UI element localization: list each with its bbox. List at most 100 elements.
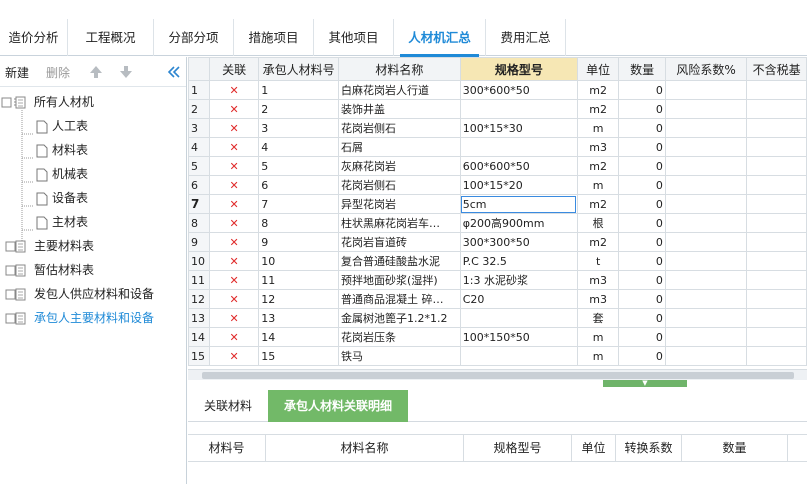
- contractor-code-cell[interactable]: 2: [258, 99, 340, 119]
- row-number-cell[interactable]: 10: [188, 251, 210, 271]
- contractor-code-cell[interactable]: 11: [258, 270, 340, 290]
- header-risk-factor[interactable]: 风险系数%: [664, 57, 748, 81]
- risk-factor-cell[interactable]: [664, 80, 748, 100]
- material-name-cell[interactable]: 复合普通硅酸盐水泥: [338, 251, 461, 271]
- row-number-cell[interactable]: 15: [188, 346, 210, 366]
- base-price-cell[interactable]: [746, 308, 807, 328]
- table-row[interactable]: 5 ✕ 5 灰麻花岗岩 600*600*50 m2 0: [188, 156, 807, 176]
- risk-factor-cell[interactable]: [664, 289, 748, 309]
- row-number-cell[interactable]: 4: [188, 137, 210, 157]
- risk-factor-cell[interactable]: [664, 270, 748, 290]
- material-name-cell[interactable]: 金属树池篦子1.2*1.2: [338, 308, 461, 328]
- unit-cell[interactable]: 根: [576, 213, 620, 233]
- table-row[interactable]: 9 ✕ 9 花岗岩盲道砖 300*300*50 m2 0: [188, 232, 807, 252]
- base-price-cell[interactable]: [746, 251, 807, 271]
- link-status-icon[interactable]: ✕: [208, 156, 260, 176]
- risk-factor-cell[interactable]: [664, 175, 748, 195]
- link-status-icon[interactable]: ✕: [208, 251, 260, 271]
- panel-splitter-handle[interactable]: ▼: [603, 380, 687, 387]
- link-status-icon[interactable]: ✕: [208, 175, 260, 195]
- base-price-cell[interactable]: [746, 194, 807, 214]
- unit-cell[interactable]: m2: [576, 156, 620, 176]
- tab-project-overview[interactable]: 工程概况: [68, 19, 154, 56]
- contractor-code-cell[interactable]: 8: [258, 213, 340, 233]
- row-number-cell[interactable]: 7: [188, 194, 210, 214]
- header-link[interactable]: 关联: [208, 57, 260, 81]
- risk-factor-cell[interactable]: [664, 118, 748, 138]
- spec-cell[interactable]: 1:3 水泥砂浆: [459, 270, 578, 290]
- quantity-cell[interactable]: 0: [618, 289, 666, 309]
- spec-cell[interactable]: 100*15*30: [459, 118, 578, 138]
- material-name-cell[interactable]: 灰麻花岗岩: [338, 156, 461, 176]
- tree-node-labor[interactable]: 人工表: [34, 115, 88, 137]
- horizontal-scrollbar[interactable]: [188, 369, 807, 380]
- spec-cell[interactable]: [459, 308, 578, 328]
- material-name-cell[interactable]: 装饰井盖: [338, 99, 461, 119]
- quantity-cell[interactable]: 0: [618, 80, 666, 100]
- table-row[interactable]: 15 ✕ 15 铁马 m 0: [188, 346, 807, 366]
- contractor-code-cell[interactable]: 13: [258, 308, 340, 328]
- tab-fee-summary[interactable]: 费用汇总: [486, 19, 566, 56]
- tree-node-all[interactable]: 所有人材机: [0, 91, 94, 113]
- spec-cell[interactable]: 100*150*50: [459, 327, 578, 347]
- unit-cell[interactable]: m3: [576, 289, 620, 309]
- base-price-cell[interactable]: [746, 327, 807, 347]
- table-row[interactable]: 6 ✕ 6 花岗岩侧石 100*15*20 m 0: [188, 175, 807, 195]
- contractor-code-cell[interactable]: 12: [258, 289, 340, 309]
- base-price-cell[interactable]: [746, 289, 807, 309]
- unit-cell[interactable]: m2: [576, 80, 620, 100]
- table-row[interactable]: 8 ✕ 8 柱状黑麻花岗岩车… φ200高900mm 根 0: [188, 213, 807, 233]
- unit-cell[interactable]: m2: [576, 194, 620, 214]
- material-name-cell[interactable]: 异型花岗岩: [338, 194, 461, 214]
- material-name-cell[interactable]: 白麻花岗岩人行道: [338, 80, 461, 100]
- header-base-price[interactable]: 不含税基: [746, 57, 807, 81]
- tree-node-main-material[interactable]: 主材表: [34, 211, 88, 233]
- base-price-cell[interactable]: [746, 99, 807, 119]
- risk-factor-cell[interactable]: [664, 327, 748, 347]
- unit-cell[interactable]: m: [576, 118, 620, 138]
- link-status-icon[interactable]: ✕: [208, 327, 260, 347]
- unit-cell[interactable]: m: [576, 327, 620, 347]
- base-price-cell[interactable]: [746, 213, 807, 233]
- row-number-cell[interactable]: 11: [188, 270, 210, 290]
- table-row[interactable]: 1 ✕ 1 白麻花岗岩人行道 300*600*50 m2 0: [188, 80, 807, 100]
- row-number-cell[interactable]: 5: [188, 156, 210, 176]
- spec-cell[interactable]: 5cm: [459, 194, 578, 214]
- risk-factor-cell[interactable]: [664, 99, 748, 119]
- table-row[interactable]: 11 ✕ 11 预拌地面砂浆(湿拌) 1:3 水泥砂浆 m3 0: [188, 270, 807, 290]
- contractor-code-cell[interactable]: 10: [258, 251, 340, 271]
- quantity-cell[interactable]: 0: [618, 308, 666, 328]
- base-price-cell[interactable]: [746, 156, 807, 176]
- row-number-cell[interactable]: 1: [188, 80, 210, 100]
- table-row[interactable]: 7 ✕ 7 异型花岗岩 5cm m2 0: [188, 194, 807, 214]
- spec-cell[interactable]: [459, 346, 578, 366]
- contractor-code-cell[interactable]: 5: [258, 156, 340, 176]
- unit-cell[interactable]: m3: [576, 270, 620, 290]
- material-name-cell[interactable]: 柱状黑麻花岗岩车…: [338, 213, 461, 233]
- contractor-code-cell[interactable]: 9: [258, 232, 340, 252]
- link-status-icon[interactable]: ✕: [208, 80, 260, 100]
- tree-node-machine[interactable]: 机械表: [34, 163, 88, 185]
- material-name-cell[interactable]: 花岗岩侧石: [338, 118, 461, 138]
- material-name-cell[interactable]: 花岗岩盲道砖: [338, 232, 461, 252]
- new-button[interactable]: 新建: [5, 64, 29, 81]
- contractor-code-cell[interactable]: 7: [258, 194, 340, 214]
- tree-node-material[interactable]: 材料表: [34, 139, 88, 161]
- spec-cell[interactable]: P.C 32.5: [459, 251, 578, 271]
- material-name-cell[interactable]: 铁马: [338, 346, 461, 366]
- header-unit[interactable]: 单位: [576, 57, 620, 81]
- row-number-cell[interactable]: 6: [188, 175, 210, 195]
- row-number-cell[interactable]: 8: [188, 213, 210, 233]
- quantity-cell[interactable]: 0: [618, 99, 666, 119]
- material-name-cell[interactable]: 普通商品混凝土 碎…: [338, 289, 461, 309]
- tab-measures[interactable]: 措施项目: [234, 19, 314, 56]
- row-number-cell[interactable]: 9: [188, 232, 210, 252]
- header-quantity[interactable]: 数量: [618, 57, 666, 81]
- contractor-code-cell[interactable]: 6: [258, 175, 340, 195]
- contractor-code-cell[interactable]: 1: [258, 80, 340, 100]
- base-price-cell[interactable]: [746, 346, 807, 366]
- table-row[interactable]: 13 ✕ 13 金属树池篦子1.2*1.2 套 0: [188, 308, 807, 328]
- quantity-cell[interactable]: 0: [618, 137, 666, 157]
- arrow-up-icon[interactable]: [89, 65, 103, 79]
- spec-cell[interactable]: [459, 137, 578, 157]
